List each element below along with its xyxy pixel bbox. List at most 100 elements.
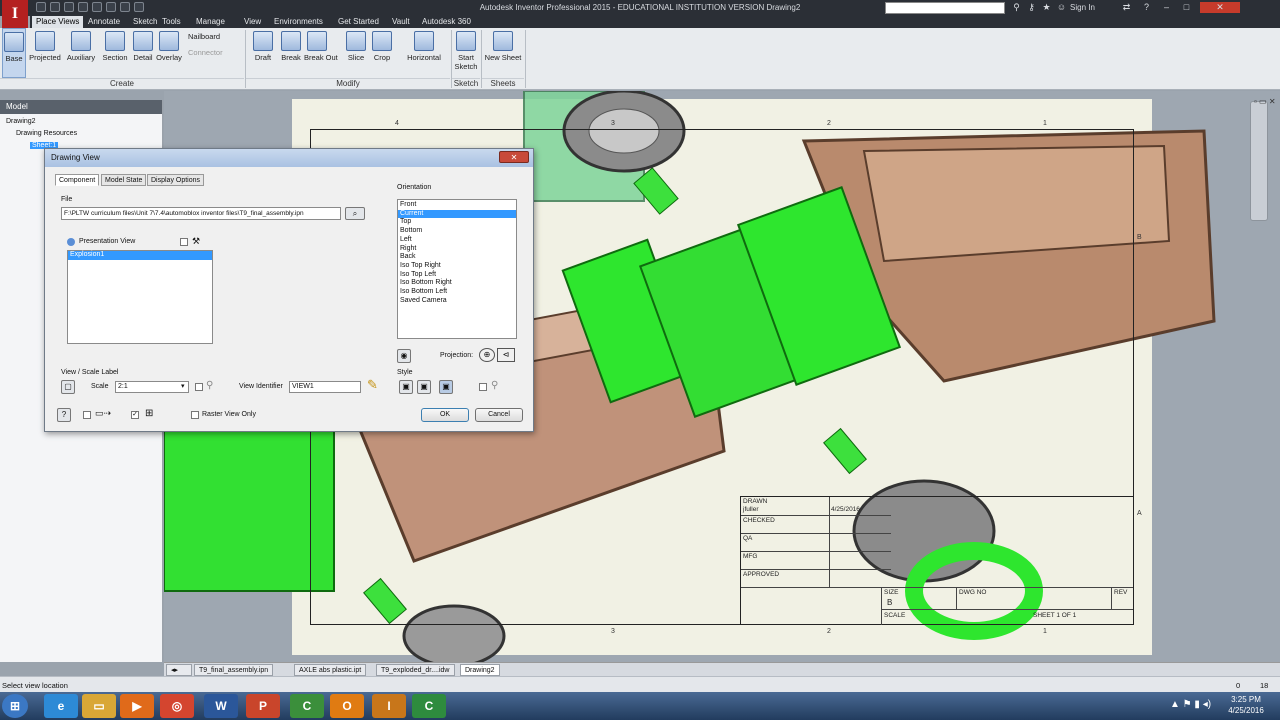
help-icon[interactable]: ? [57, 408, 71, 422]
first-angle-projection-icon[interactable]: ⊕ [479, 348, 495, 362]
outlook-icon[interactable]: O [330, 694, 364, 718]
tab-manage[interactable]: Manage [192, 16, 229, 28]
tab-place-views[interactable]: Place Views [32, 16, 84, 28]
file-path-select[interactable]: F:\PLTW curriculum files\Unit 7\7.4\auto… [61, 207, 341, 220]
tab-view[interactable]: View [240, 16, 265, 28]
view-label-toggle-icon[interactable]: ▢ [61, 380, 75, 394]
internet-explorer-icon[interactable]: e [44, 694, 78, 718]
restore-icon[interactable]: ▫ ▭ ✕ [1254, 97, 1276, 106]
tree-item-drawing-resources[interactable]: Drawing Resources [16, 130, 77, 137]
tab-component[interactable]: Component [55, 174, 100, 186]
new-sheet-button[interactable]: New Sheet [484, 28, 522, 78]
orientation-option[interactable]: Iso Bottom Right [398, 279, 516, 288]
style-options-icon[interactable]: ⚲ [491, 380, 498, 391]
home-icon[interactable] [106, 2, 116, 12]
edit-label-pencil-icon[interactable]: ✎ [367, 377, 378, 393]
document-tab[interactable]: T9_final_assembly.ipn [194, 664, 274, 676]
media-player-icon[interactable]: ▶ [120, 694, 154, 718]
style-from-base-checkbox[interactable] [479, 383, 487, 391]
scale-edit-icon[interactable]: ⚲ [206, 380, 213, 391]
orientation-option[interactable]: Top [398, 218, 516, 227]
presentation-view-list[interactable]: Explosion1 [67, 250, 213, 344]
key-icon[interactable]: ⚷ [1025, 2, 1038, 13]
preview-checkbox[interactable]: ✓ [131, 411, 139, 419]
projected-view-button[interactable]: Projected [28, 28, 62, 78]
orientation-option[interactable]: Back [398, 253, 516, 262]
tab-display-options[interactable]: Display Options [147, 174, 205, 186]
raster-view-checkbox[interactable] [191, 411, 199, 419]
orientation-option[interactable]: Right [398, 245, 516, 254]
presentation-options-icon[interactable]: ⚒ [192, 236, 200, 247]
document-tab[interactable]: T9_exploded_dr....idw [376, 664, 455, 676]
orientation-option[interactable]: Bottom [398, 227, 516, 236]
auxiliary-view-button[interactable]: Auxiliary [64, 28, 98, 78]
tab-tools[interactable]: Tools [158, 16, 185, 28]
browser-header[interactable]: Model [0, 100, 162, 114]
overlay-view-button[interactable]: Overlay [152, 28, 186, 78]
break-out-button[interactable]: Break Out [304, 28, 338, 78]
tab-sketch[interactable]: Sketch [129, 16, 161, 28]
presentation-view-checkbox[interactable] [180, 238, 188, 246]
inventor-icon[interactable]: I [372, 694, 406, 718]
camtasia-icon[interactable]: C [290, 694, 324, 718]
save-icon[interactable] [64, 2, 74, 12]
slice-button[interactable]: Slice [343, 28, 369, 78]
doc-tab-nav-icon[interactable]: ◂▸ [166, 664, 192, 676]
view-identifier-input[interactable]: VIEW1 [289, 381, 361, 393]
tab-vault[interactable]: Vault [388, 16, 414, 28]
maximize-icon[interactable]: □ [1180, 2, 1193, 13]
minimize-icon[interactable]: – [1160, 2, 1173, 13]
browse-file-icon[interactable]: ⌕ [345, 207, 365, 220]
crop-button[interactable]: Crop [369, 28, 395, 78]
help-search-input[interactable] [885, 2, 1005, 14]
presentation-item[interactable]: Explosion1 [68, 251, 212, 260]
tree-item-drawing[interactable]: Drawing2 [6, 118, 36, 125]
orientation-option[interactable]: Left [398, 236, 516, 245]
folder-icon[interactable]: ▭ [82, 694, 116, 718]
tray-icons[interactable]: ▲ ⚑ ▮ ◂) [1170, 699, 1211, 710]
style-hidden-line-icon[interactable]: ▣ [399, 380, 413, 394]
table-icon[interactable]: ⊞ [145, 408, 153, 419]
horizontal-button[interactable]: Horizontal [402, 28, 446, 78]
document-tab[interactable]: Drawing2 [460, 664, 500, 676]
star-icon[interactable]: ★ [1040, 2, 1053, 13]
new-icon[interactable] [36, 2, 46, 12]
orientation-option[interactable]: Current [398, 209, 516, 219]
style-hidden-line-removed-icon[interactable]: ▣ [417, 380, 431, 394]
sign-in-link[interactable]: Sign In [1070, 3, 1095, 12]
chrome-icon[interactable]: ◎ [160, 694, 194, 718]
powerpoint-icon[interactable]: P [246, 694, 280, 718]
scale-input[interactable]: 2:1 [115, 381, 189, 393]
navigation-bar[interactable] [1250, 101, 1268, 221]
cancel-button[interactable]: Cancel [475, 408, 523, 422]
user-icon[interactable]: ☺ [1055, 2, 1068, 13]
close-icon[interactable]: ✕ [1200, 2, 1240, 13]
clock-time[interactable]: 3:25 PM [1226, 695, 1266, 704]
break-button[interactable]: Break [278, 28, 304, 78]
orientation-option[interactable]: Saved Camera [398, 297, 516, 306]
orientation-option[interactable]: Iso Bottom Left [398, 288, 516, 297]
help-icon[interactable]: ? [1140, 2, 1153, 13]
start-orb-icon[interactable]: ⊞ [2, 694, 28, 718]
open-icon[interactable] [50, 2, 60, 12]
start-sketch-button[interactable]: Start Sketch [454, 28, 478, 78]
tab-environments[interactable]: Environments [270, 16, 327, 28]
undo-icon[interactable] [78, 2, 88, 12]
tab-autodesk-360[interactable]: Autodesk 360 [418, 16, 475, 28]
select-from-base-icon[interactable]: ▭⇢ [95, 408, 111, 419]
ok-button[interactable]: OK [421, 408, 469, 422]
nailboard-button[interactable]: Nailboard [188, 32, 238, 44]
draft-button[interactable]: Draft [250, 28, 276, 78]
orientation-list[interactable]: Front Current Top Bottom Left Right Back Iso To… [397, 199, 517, 339]
connector-button[interactable]: Connector [188, 48, 238, 60]
tab-annotate[interactable]: Annotate [84, 16, 124, 28]
search-icon[interactable]: ⚲ [1010, 2, 1023, 13]
select-icon[interactable] [134, 2, 144, 12]
tab-get-started[interactable]: Get Started [334, 16, 383, 28]
associative-checkbox[interactable] [83, 411, 91, 419]
exchange-icon[interactable]: ⇄ [1120, 2, 1133, 13]
document-tab[interactable]: AXLE abs plastic.ipt [294, 664, 367, 676]
scale-visibility-checkbox[interactable] [195, 383, 203, 391]
redo-icon[interactable] [92, 2, 102, 12]
third-angle-projection-icon[interactable]: ⊲ [497, 348, 515, 362]
